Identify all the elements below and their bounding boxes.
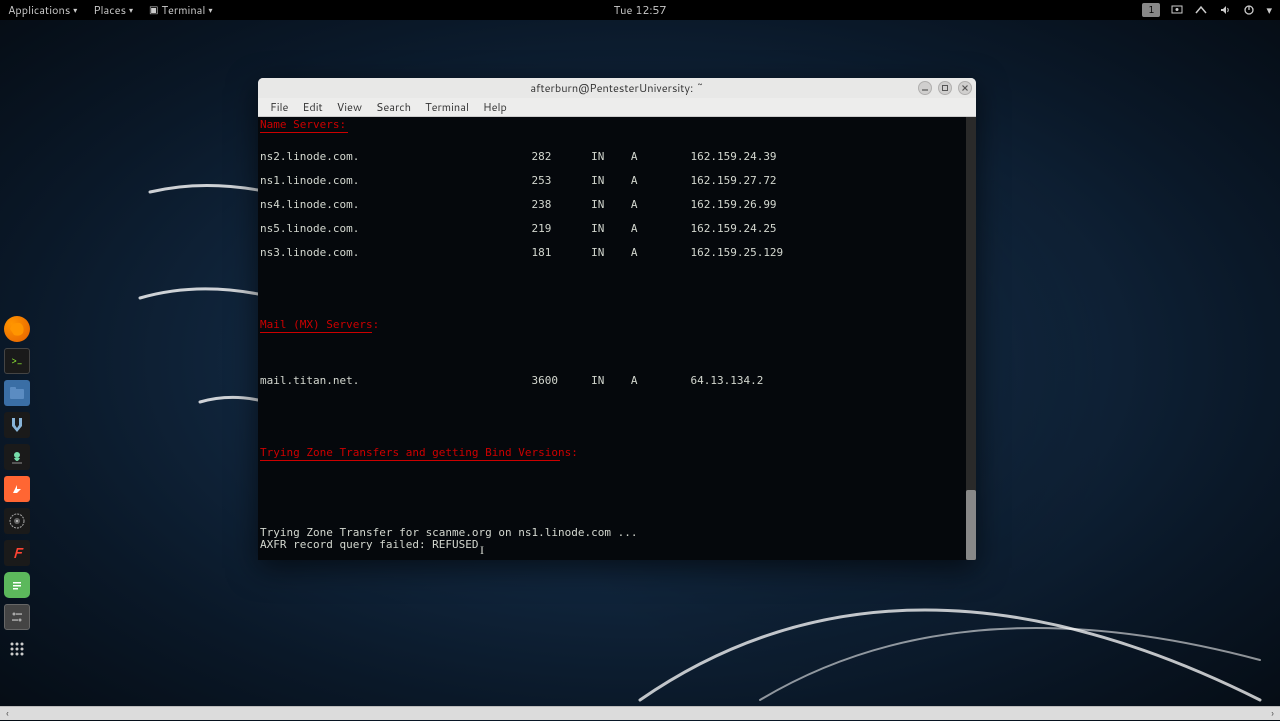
- active-app-menu[interactable]: ▣ Terminal ▾: [149, 2, 212, 18]
- active-app-label: Terminal: [162, 2, 206, 18]
- menu-view[interactable]: View: [331, 99, 368, 115]
- show-apps[interactable]: [4, 636, 30, 662]
- section-header-nameservers: Name Servers:: [260, 118, 346, 131]
- section-header-zone: Trying Zone Transfers and getting Bind V…: [260, 446, 578, 459]
- metasploit-launcher[interactable]: [4, 412, 30, 438]
- chevron-down-icon: ▾: [129, 4, 133, 16]
- zenmap-launcher[interactable]: [4, 508, 30, 534]
- workspace-indicator[interactable]: 1: [1142, 3, 1160, 17]
- maximize-button[interactable]: [938, 81, 952, 95]
- burpsuite-launcher[interactable]: [4, 476, 30, 502]
- menu-search[interactable]: Search: [370, 99, 417, 115]
- menu-edit[interactable]: Edit: [296, 99, 328, 115]
- ns-record: ns2.linode.com. 282 IN A 162.159.24.39: [260, 151, 976, 163]
- mx-record: mail.titan.net. 3600 IN A 64.13.134.2: [260, 375, 976, 387]
- applications-menu[interactable]: Applications ▾: [8, 2, 77, 18]
- menu-help[interactable]: Help: [477, 99, 513, 115]
- ns-record: ns1.linode.com. 253 IN A 162.159.27.72: [260, 175, 976, 187]
- section-underline: [260, 332, 372, 333]
- terminal-menubar: File Edit View Search Terminal Help: [258, 98, 976, 117]
- terminal-scrollbar[interactable]: [966, 117, 976, 560]
- ns-record: ns5.linode.com. 219 IN A 162.159.24.25: [260, 223, 976, 235]
- zone-transfer-output: Trying Zone Transfer for scanme.org on n…: [260, 527, 976, 560]
- places-menu[interactable]: Places ▾: [93, 2, 133, 18]
- window-titlebar[interactable]: afterburn@PentesterUniversity: ~: [258, 78, 976, 98]
- scrollbar-thumb[interactable]: [966, 490, 976, 560]
- ns-record: ns3.linode.com. 181 IN A 162.159.25.129: [260, 247, 976, 259]
- section-underline: [260, 132, 348, 133]
- scroll-right-button[interactable]: ›: [1265, 707, 1280, 721]
- bottom-panel: ‹ ›: [0, 706, 1280, 720]
- dock: >_ F: [4, 316, 34, 662]
- faraday-launcher[interactable]: F: [4, 540, 30, 566]
- files-launcher[interactable]: [4, 380, 30, 406]
- terminal-window: afterburn@PentesterUniversity: ~ File Ed…: [258, 78, 976, 560]
- volume-icon[interactable]: [1218, 3, 1232, 17]
- terminal-output[interactable]: Name Servers: ns2.linode.com. 282 IN A 1…: [258, 117, 976, 560]
- menu-file[interactable]: File: [264, 99, 294, 115]
- chevron-down-icon[interactable]: ▾: [1266, 2, 1272, 18]
- terminal-launcher[interactable]: >_: [4, 348, 30, 374]
- close-button[interactable]: [958, 81, 972, 95]
- tweaks-launcher[interactable]: [4, 604, 30, 630]
- network-icon[interactable]: [1194, 3, 1208, 17]
- section-underline: [260, 460, 560, 461]
- menu-terminal[interactable]: Terminal: [419, 99, 475, 115]
- applications-label: Applications: [8, 2, 70, 18]
- terminal-icon: ▣: [149, 3, 158, 17]
- firefox-launcher[interactable]: [4, 316, 30, 342]
- screencast-icon[interactable]: [1170, 3, 1184, 17]
- power-icon[interactable]: [1242, 3, 1256, 17]
- ns-record: ns4.linode.com. 238 IN A 162.159.26.99: [260, 199, 976, 211]
- minimize-button[interactable]: [918, 81, 932, 95]
- section-header-mx: Mail (MX) Servers:: [260, 318, 379, 331]
- chevron-down-icon: ▾: [208, 4, 212, 16]
- places-label: Places: [93, 2, 126, 18]
- chevron-down-icon: ▾: [73, 4, 77, 16]
- scroll-left-button[interactable]: ‹: [0, 707, 15, 721]
- window-title: afterburn@PentesterUniversity: ~: [530, 80, 703, 96]
- leafpad-launcher[interactable]: [4, 572, 30, 598]
- clock[interactable]: Tue 12:57: [614, 2, 667, 18]
- text-caret-icon: I: [480, 544, 484, 556]
- armitage-launcher[interactable]: [4, 444, 30, 470]
- top-panel: Applications ▾ Places ▾ ▣ Terminal ▾ Tue…: [0, 0, 1280, 20]
